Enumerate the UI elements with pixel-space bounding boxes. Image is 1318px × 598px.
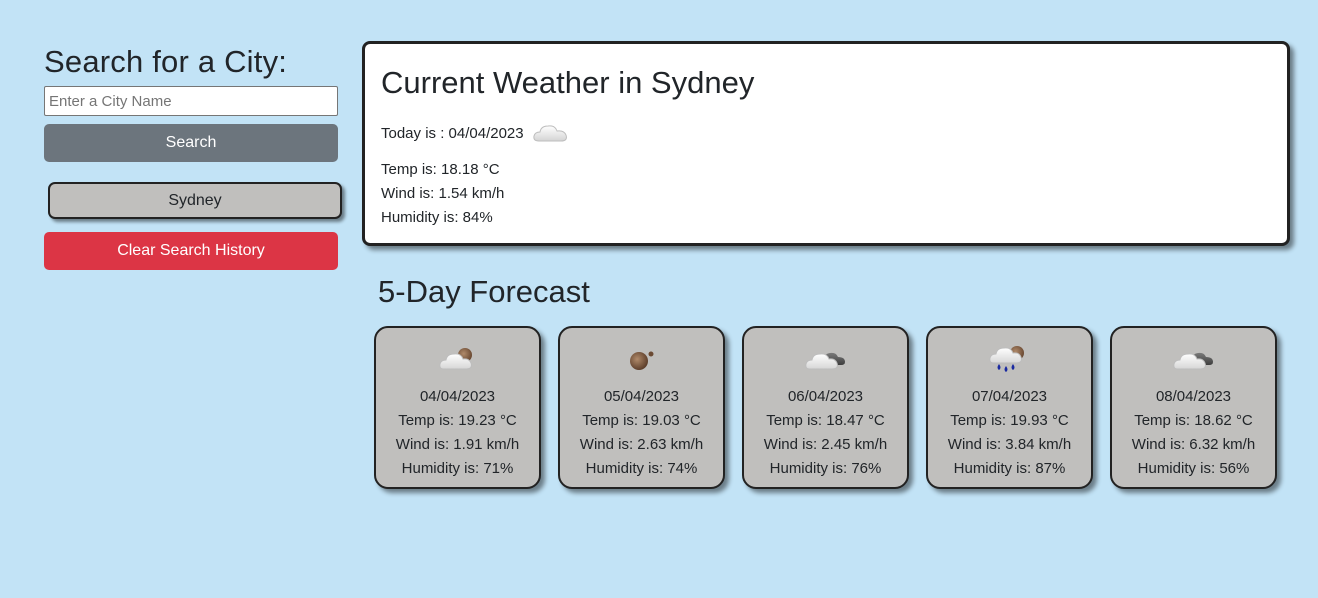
partly-cloudy-icon [376, 341, 539, 377]
forecast-wind: Wind is: 2.63 km/h [579, 436, 704, 453]
today-date: Today is : 04/04/2023 [381, 124, 524, 142]
today-row: Today is : 04/04/2023 [381, 120, 1271, 146]
forecast-humidity: Humidity is: 76% [769, 460, 882, 477]
city-search-input[interactable] [44, 86, 338, 116]
search-title: Search for a City: [44, 44, 288, 79]
current-weather-title: Current Weather in Sydney [381, 65, 755, 100]
forecast-title: 5-Day Forecast [378, 274, 590, 309]
forecast-temp: Temp is: 19.23 °C [398, 412, 517, 429]
forecast-wind: Wind is: 2.45 km/h [763, 436, 888, 453]
forecast-card: 05/04/2023 Temp is: 19.03 °C Wind is: 2.… [558, 326, 725, 489]
search-button[interactable]: Search [44, 124, 338, 162]
forecast-humidity: Humidity is: 87% [953, 460, 1066, 477]
forecast-card: 07/04/2023 Temp is: 19.93 °C Wind is: 3.… [926, 326, 1093, 489]
forecast-date: 05/04/2023 [603, 388, 680, 405]
forecast-date: 06/04/2023 [787, 388, 864, 405]
forecast-wind: Wind is: 3.84 km/h [947, 436, 1072, 453]
current-wind: Wind is: 1.54 km/h [381, 185, 505, 202]
current-humidity: Humidity is: 84% [381, 209, 493, 226]
forecast-date: 08/04/2023 [1155, 388, 1232, 405]
forecast-temp: Temp is: 19.03 °C [582, 412, 701, 429]
forecast-card: 04/04/2023 Temp is: 19.23 °C Wind is: 1.… [374, 326, 541, 489]
forecast-date: 07/04/2023 [971, 388, 1048, 405]
current-weather-card: Current Weather in Sydney Today is : 04/… [362, 41, 1290, 246]
forecast-date: 04/04/2023 [419, 388, 496, 405]
current-stats: Temp is: 18.18 °C Wind is: 1.54 km/h Hum… [381, 158, 1271, 230]
cloud-icon [532, 120, 570, 146]
forecast-humidity: Humidity is: 56% [1137, 460, 1250, 477]
forecast-wind: Wind is: 1.91 km/h [395, 436, 520, 453]
forecast-card: 06/04/2023 Temp is: 18.47 °C Wind is: 2.… [742, 326, 909, 489]
forecast-temp: Temp is: 18.47 °C [766, 412, 885, 429]
search-sidebar: Search for a City: Search Sydney Clear S… [44, 42, 342, 270]
forecast-wind: Wind is: 6.32 km/h [1131, 436, 1256, 453]
forecast-card: 08/04/2023 Temp is: 18.62 °C Wind is: 6.… [1110, 326, 1277, 489]
forecast-row: 04/04/2023 Temp is: 19.23 °C Wind is: 1.… [374, 326, 1277, 489]
forecast-temp: Temp is: 18.62 °C [1134, 412, 1253, 429]
broken-clouds-icon [1112, 341, 1275, 377]
broken-clouds-icon [744, 341, 907, 377]
history-button-sydney[interactable]: Sydney [48, 182, 342, 219]
night-clear-icon [560, 341, 723, 377]
current-temp: Temp is: 18.18 °C [381, 161, 500, 178]
rain-icon [928, 341, 1091, 377]
forecast-humidity: Humidity is: 71% [401, 460, 514, 477]
clear-history-button[interactable]: Clear Search History [44, 232, 338, 270]
forecast-temp: Temp is: 19.93 °C [950, 412, 1069, 429]
forecast-humidity: Humidity is: 74% [585, 460, 698, 477]
